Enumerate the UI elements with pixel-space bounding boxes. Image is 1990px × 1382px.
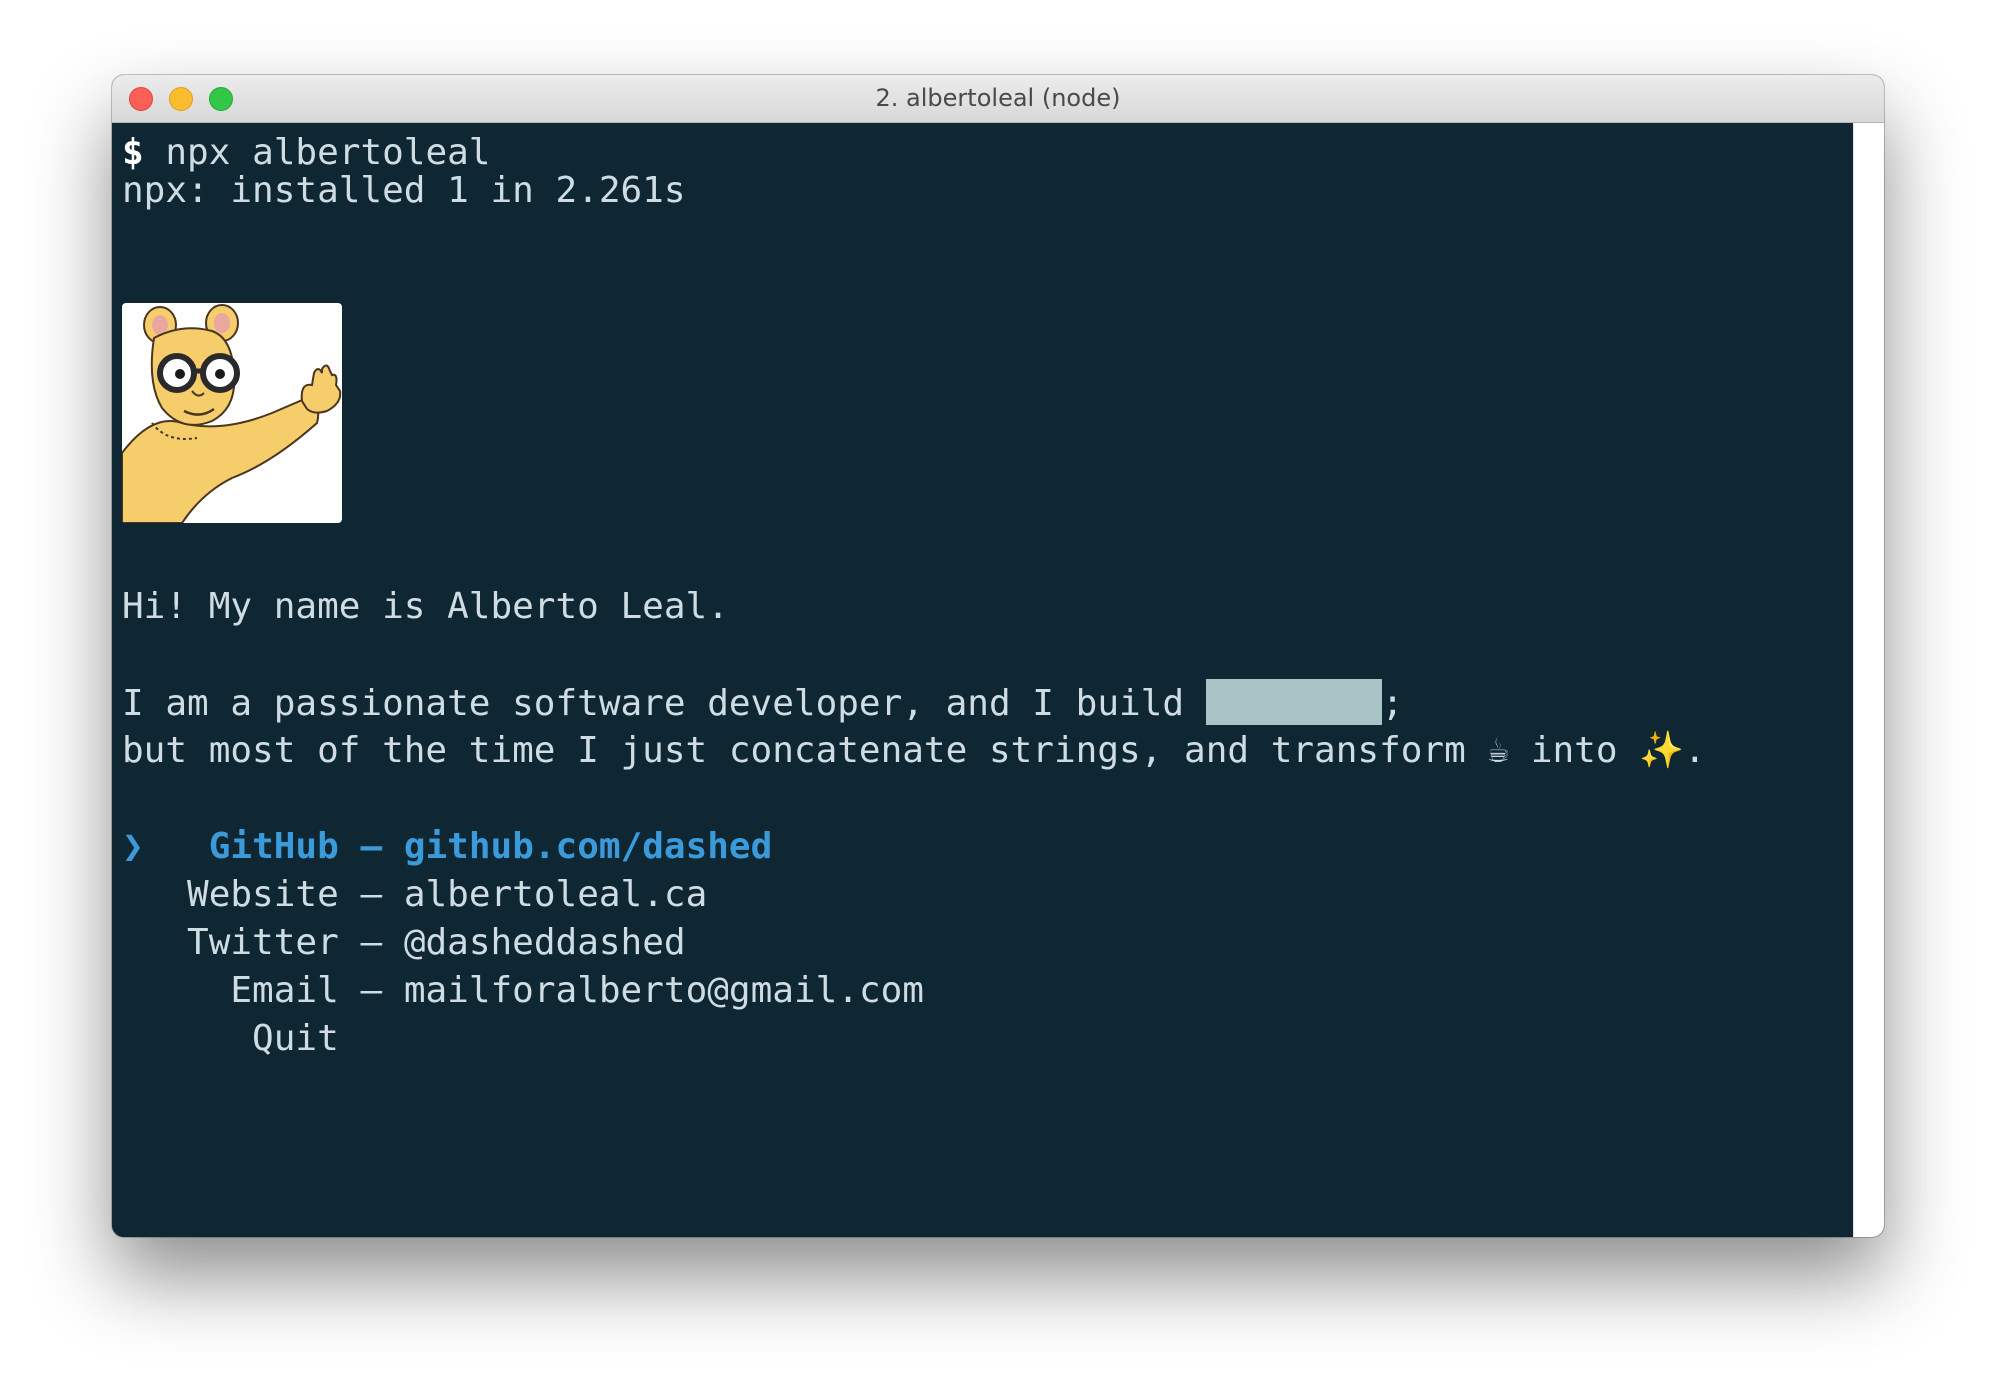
menu-item-github[interactable]: ❯ GitHub — github.com/dashed [122, 823, 772, 871]
menu-item-value: albertoleal.ca [403, 874, 708, 915]
sparkles-icon: ✨ [1639, 730, 1685, 771]
about-into-text: into [1509, 730, 1640, 771]
menu-item-separator: — [360, 874, 383, 915]
arthur-avatar-icon [122, 304, 342, 523]
title-bar[interactable]: 2. albertoleal (node) [112, 75, 1884, 123]
about-line-1-text: I am a passionate software developer, an… [122, 683, 1206, 724]
about-line-2-text: but most of the time I just concatenate … [122, 730, 1488, 771]
menu-item-website[interactable]: Website — albertoleal.ca [122, 871, 707, 919]
avatar [122, 303, 342, 523]
about-end-text: . [1684, 730, 1706, 771]
about-line-1-suffix: ; [1381, 683, 1404, 724]
about-line-2: but most of the time I just concatenate … [122, 727, 1706, 775]
menu-item-label: Twitter [187, 922, 339, 963]
menu-item-value: mailforalberto@gmail.com [403, 970, 924, 1011]
menu-item-email[interactable]: Email — mailforalberto@gmail.com [122, 967, 924, 1015]
menu-item-quit[interactable]: Quit [122, 1015, 339, 1063]
menu-item-value: @dasheddashed [403, 922, 686, 963]
menu-item-label: GitHub [208, 826, 339, 867]
redacted-block [1205, 679, 1382, 725]
greeting-line: Hi! My name is Alberto Leal. [122, 586, 729, 627]
menu-pointer-icon: ❯ [122, 826, 144, 867]
menu-item-value: github.com/dashed [403, 826, 773, 867]
coffee-icon: ☕ [1487, 730, 1510, 771]
menu-item-separator: — [360, 922, 383, 963]
terminal-window: 2. albertoleal (node) $ npx albertoleal … [112, 75, 1884, 1237]
install-output: npx: installed 1 in 2.261s [122, 170, 686, 211]
window-title: 2. albertoleal (node) [875, 84, 1121, 112]
menu-item-label: Email [230, 970, 339, 1011]
menu-item-twitter[interactable]: Twitter — @dasheddashed [122, 919, 686, 967]
scrollbar[interactable] [1853, 123, 1884, 1237]
terminal-content[interactable]: $ npx albertoleal npx: installed 1 in 2.… [112, 123, 1854, 1237]
menu-item-label: Website [187, 874, 339, 915]
menu-item-label: Quit [252, 1018, 339, 1059]
menu-item-separator: — [360, 826, 383, 867]
about-line-1: I am a passionate software developer, an… [122, 679, 1403, 728]
menu-item-separator: — [360, 970, 383, 1011]
